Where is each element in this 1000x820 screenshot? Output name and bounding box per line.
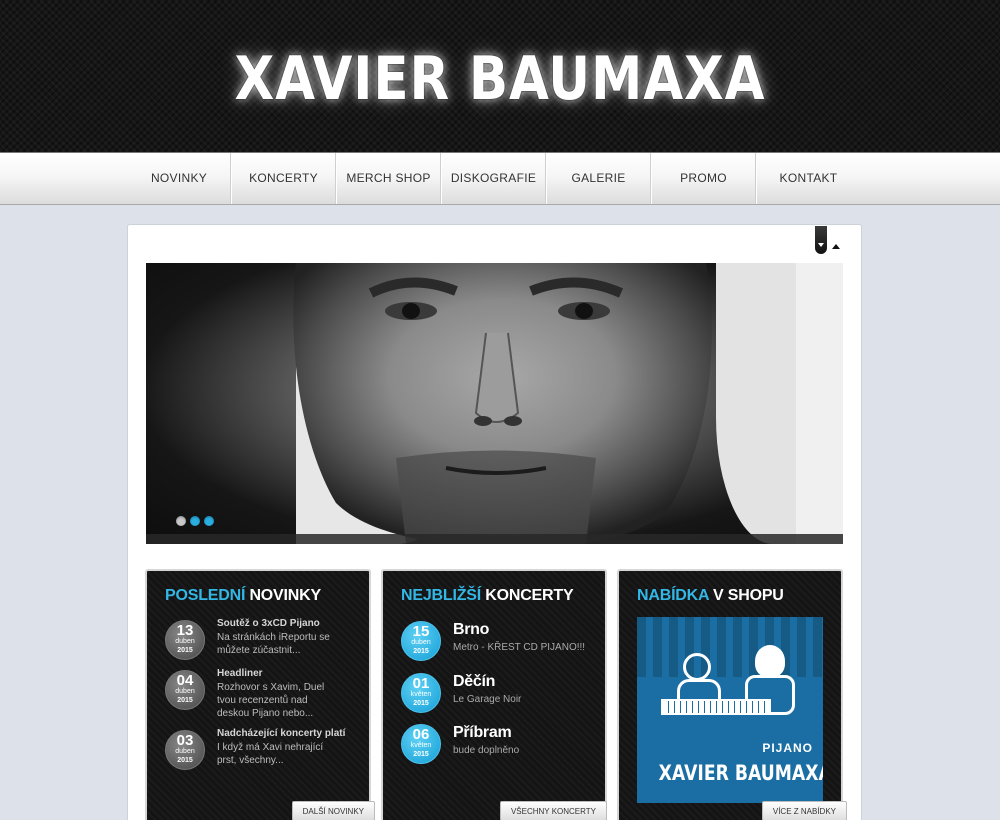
date-badge: 06 květen 2015 <box>401 724 441 764</box>
concerts-title-rest: KONCERTY <box>485 587 574 604</box>
shop-title-rest: V SHOPU <box>713 587 784 604</box>
cover-bottles-pattern <box>637 617 823 677</box>
date-day: 06 <box>412 726 430 743</box>
nav-item-promo[interactable]: PROMO <box>652 153 755 204</box>
album-cover-image[interactable]: PIJANO XAVIER BAUMAXA <box>637 617 823 803</box>
news-item[interactable]: 04 duben 2015 Headliner Rozhovor s Xavim… <box>165 668 365 720</box>
concert-venue: Le Garage Noir <box>453 694 522 705</box>
date-badge: 01 květen 2015 <box>401 673 441 713</box>
date-year: 2015 <box>177 647 193 654</box>
cover-figure-body <box>677 679 721 701</box>
concert-city[interactable]: Příbram <box>453 724 512 742</box>
date-year: 2015 <box>177 697 193 704</box>
date-year: 2015 <box>413 751 429 758</box>
concert-venue: Metro - KŘEST CD PIJANO!!! <box>453 642 586 653</box>
slider-dot-1[interactable] <box>176 516 186 526</box>
date-day: 03 <box>176 732 194 749</box>
main-nav: NOVINKY KONCERTY MERCH SHOP DISKOGRAFIE … <box>0 152 1000 205</box>
date-badge: 13 duben 2015 <box>165 620 205 660</box>
news-box: POSLEDNÍ NOVINKY 13 duben 2015 Soutěž o … <box>145 569 375 820</box>
date-month: květen <box>410 742 432 749</box>
date-day: 15 <box>412 623 430 640</box>
site-logo[interactable]: XAVIER BAUMAXA <box>70 44 930 114</box>
news-box-title: POSLEDNÍ NOVINKY <box>165 587 321 605</box>
news-item-title[interactable]: Soutěž o 3xCD Pijano <box>217 618 320 629</box>
news-item-title[interactable]: Headliner <box>217 668 263 679</box>
more-news-button[interactable]: DALŠÍ NOVINKY <box>291 801 375 820</box>
date-badge: 15 duben 2015 <box>401 621 441 661</box>
slider-dot-2[interactable] <box>190 516 200 526</box>
nav-item-koncerty[interactable]: KONCERTY <box>232 153 335 204</box>
date-day: 04 <box>176 672 194 689</box>
nav-item-merch-shop[interactable]: MERCH SHOP <box>337 153 440 204</box>
concert-item[interactable]: 01 květen 2015 Děčín Le Garage Noir <box>401 671 601 723</box>
arrow-up-icon[interactable] <box>832 244 840 249</box>
news-item[interactable]: 13 duben 2015 Soutěž o 3xCD Pijano Na st… <box>165 618 365 670</box>
concerts-box: NEJBLIŽŠÍ KONCERTY 15 duben 2015 Brno Me… <box>381 569 607 820</box>
date-badge: 04 duben 2015 <box>165 670 205 710</box>
more-offers-button[interactable]: VÍCE Z NABÍDKY <box>761 801 847 820</box>
slider-dot-3[interactable] <box>204 516 214 526</box>
nav-item-kontakt[interactable]: KONTAKT <box>757 153 860 204</box>
news-title-highlight: POSLEDNÍ <box>165 587 246 604</box>
news-item-text: I když má Xavi nehrající prst, všechny..… <box>217 742 324 766</box>
nav-item-galerie[interactable]: GALERIE <box>547 153 650 204</box>
concert-city[interactable]: Brno <box>453 621 489 639</box>
concert-venue: bude doplněno <box>453 745 520 756</box>
cover-figure-head <box>683 653 711 681</box>
concerts-box-title: NEJBLIŽŠÍ KONCERTY <box>401 587 574 605</box>
date-year: 2015 <box>177 757 193 764</box>
shop-box: NABÍDKA V SHOPU PIJANO XAVIER BAUMAXA VÍ… <box>617 569 847 820</box>
slider-toggle-button[interactable] <box>815 226 827 254</box>
concert-item[interactable]: 15 duben 2015 Brno Metro - KŘEST CD PIJA… <box>401 619 601 671</box>
date-year: 2015 <box>413 700 429 707</box>
slider-bar <box>146 534 843 544</box>
date-month: duben <box>175 748 195 755</box>
cover-figure-head <box>755 645 785 677</box>
nav-item-novinky[interactable]: NOVINKY <box>128 153 230 204</box>
news-item-title[interactable]: Nadcházející koncerty platí <box>217 728 345 739</box>
date-month: duben <box>411 639 431 646</box>
date-year: 2015 <box>413 648 429 655</box>
date-day: 01 <box>412 675 430 692</box>
concerts-title-highlight: NEJBLIŽŠÍ <box>401 587 481 604</box>
all-concerts-button[interactable]: VŠECHNY KONCERTY <box>499 801 607 820</box>
nav-item-diskografie[interactable]: DISKOGRAFIE <box>442 153 545 204</box>
news-title-rest: NOVINKY <box>249 587 321 604</box>
hero-slider <box>146 263 843 544</box>
hero-portrait-image <box>293 263 712 544</box>
concert-item[interactable]: 06 květen 2015 Příbram bude doplněno <box>401 722 601 774</box>
date-badge: 03 duben 2015 <box>165 730 205 770</box>
site-header: XAVIER BAUMAXA <box>0 0 1000 152</box>
cover-keyboard <box>661 699 771 715</box>
cover-artist-name: XAVIER BAUMAXA <box>658 761 823 785</box>
concert-city[interactable]: Děčín <box>453 673 495 691</box>
news-item-text: Rozhovor s Xavim, Duel tvou recenzentů n… <box>217 682 325 719</box>
date-month: duben <box>175 638 195 645</box>
news-item[interactable]: 03 duben 2015 Nadcházející koncerty plat… <box>165 728 365 780</box>
shop-title-highlight: NABÍDKA <box>637 587 709 604</box>
shop-box-title: NABÍDKA V SHOPU <box>637 587 784 605</box>
date-day: 13 <box>176 622 194 639</box>
news-item-text: Na stránkách iReportu se můžete zúčastni… <box>217 632 330 656</box>
date-month: duben <box>175 688 195 695</box>
date-month: květen <box>410 691 432 698</box>
cover-album-title: PIJANO <box>762 741 813 755</box>
